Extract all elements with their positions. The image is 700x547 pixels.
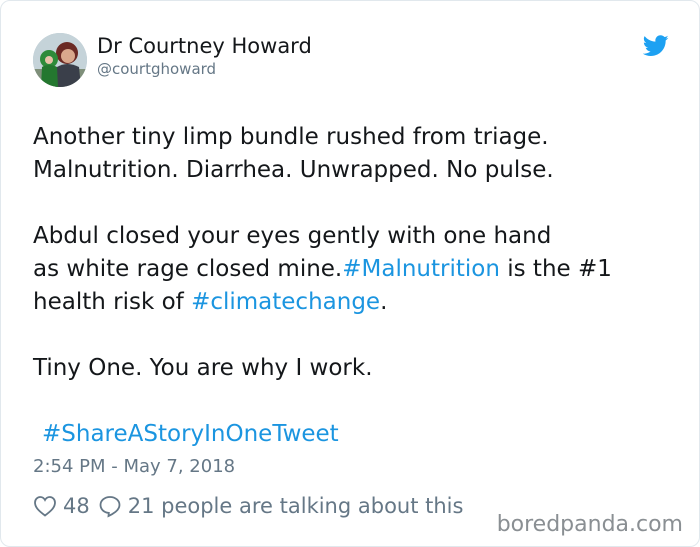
avatar[interactable] bbox=[33, 33, 87, 87]
hashtag-share-link[interactable]: #ShareAStoryInOneTweet bbox=[42, 418, 339, 451]
tweet-text-segment: . bbox=[380, 289, 388, 315]
tweet-blank-line bbox=[33, 319, 673, 352]
tweet-text-segment: health risk of bbox=[33, 289, 192, 315]
twitter-bird-icon[interactable] bbox=[643, 35, 669, 57]
author-name[interactable]: Dr Courtney Howard bbox=[97, 33, 312, 59]
tweet-line: as white rage closed mine.#Malnutrition … bbox=[33, 253, 673, 286]
replies-text[interactable]: 21 people are talking about this bbox=[128, 492, 464, 520]
like-count[interactable]: 48 bbox=[63, 492, 90, 520]
tweet-line: Tiny One. You are why I work. bbox=[33, 355, 373, 381]
author-handle[interactable]: @courtghoward bbox=[97, 60, 216, 78]
speech-bubble-icon[interactable] bbox=[98, 494, 122, 518]
tweet-line: Abdul closed your eyes gently with one h… bbox=[33, 223, 552, 249]
tweet-body: Another tiny limp bundle rushed from tri… bbox=[33, 121, 673, 385]
engagement-bar: 48 21 people are talking about this bbox=[33, 492, 463, 520]
tweet-text-segment: as white rage closed mine. bbox=[33, 256, 343, 282]
heart-icon[interactable] bbox=[33, 495, 57, 517]
tweet-line: Another tiny limp bundle rushed from tri… bbox=[33, 124, 549, 150]
tweet-blank-line bbox=[33, 187, 673, 220]
tweet-text-segment: is the #1 bbox=[499, 256, 612, 282]
watermark: boredpanda.com bbox=[496, 512, 683, 537]
tweet-line: Malnutrition. Diarrhea. Unwrapped. No pu… bbox=[33, 157, 554, 183]
tweet-card: Dr Courtney Howard @courtghoward Another… bbox=[0, 0, 700, 547]
tweet-timestamp[interactable]: 2:54 PM - May 7, 2018 bbox=[33, 456, 235, 478]
hashtag-climatechange-link[interactable]: #climatechange bbox=[191, 289, 380, 315]
avatar-image bbox=[33, 33, 87, 87]
hashtag-malnutrition-link[interactable]: #Malnutrition bbox=[342, 256, 500, 282]
tweet-line: health risk of #climatechange. bbox=[33, 286, 673, 319]
